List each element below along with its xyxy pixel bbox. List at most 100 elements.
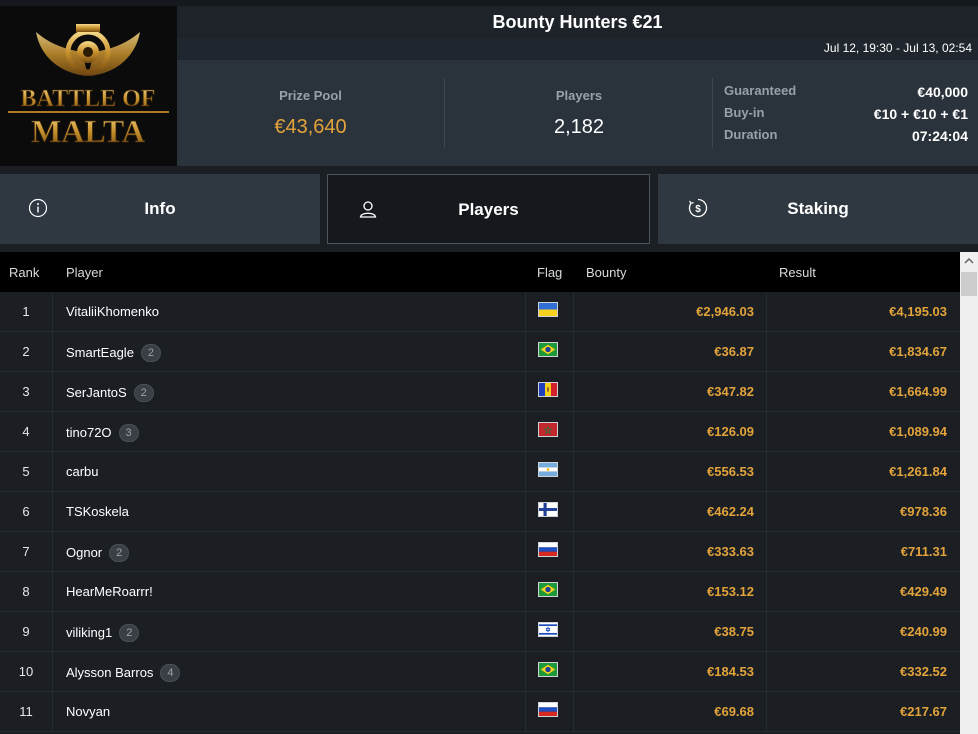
player-name[interactable]: SmartEagle	[66, 345, 134, 360]
header-player[interactable]: Player	[66, 265, 103, 280]
column-divider	[525, 492, 526, 532]
column-divider	[52, 572, 53, 612]
player-name[interactable]: Alysson Barros	[66, 665, 153, 680]
player-name[interactable]: TSKoskela	[66, 504, 129, 519]
column-divider	[573, 532, 574, 572]
rank-cell: 7	[22, 544, 30, 559]
stats-divider	[712, 78, 713, 148]
rank-cell: 4	[22, 424, 30, 439]
player-cell[interactable]: Novyan	[66, 704, 110, 719]
table-scrollbar[interactable]	[960, 252, 978, 734]
rank-cell: 10	[18, 664, 34, 679]
result-cell: €978.36	[900, 504, 947, 519]
column-divider	[573, 292, 574, 332]
tab-staking[interactable]: $ Staking	[658, 174, 978, 244]
rank-cell: 9	[22, 624, 30, 639]
entries-badge: 3	[118, 424, 139, 442]
bounty-cell: €556.53	[707, 464, 754, 479]
table-row[interactable]: 10 Alysson Barros 4 €184.53 €332.52	[0, 652, 960, 692]
player-name[interactable]: tino72O	[66, 425, 112, 440]
russia-flag-icon	[538, 542, 558, 557]
bounty-cell: €347.82	[707, 384, 754, 399]
player-cell[interactable]: SmartEagle 2	[66, 344, 161, 362]
player-cell[interactable]: SerJantoS 2	[66, 384, 154, 402]
table-row[interactable]: 2 SmartEagle 2 €36.87 €1,834.67	[0, 332, 960, 372]
argentina-flag-icon	[538, 462, 558, 477]
column-divider	[525, 412, 526, 452]
column-divider	[52, 532, 53, 572]
table-row[interactable]: 4 tino72O 3 €126.09 €1,089.94	[0, 412, 960, 452]
column-divider	[52, 372, 53, 412]
tab-players-label: Players	[458, 200, 519, 219]
column-divider	[52, 412, 53, 452]
header-rank[interactable]: Rank	[9, 265, 39, 280]
result-cell: €1,834.67	[889, 344, 947, 359]
column-divider	[52, 692, 53, 732]
header-flag[interactable]: Flag	[537, 265, 562, 280]
table-row[interactable]: 3 SerJantoS 2 €347.82 €1,664.99	[0, 372, 960, 412]
result-cell: €1,664.99	[889, 384, 947, 399]
table-row[interactable]: 8 HearMeRoarrr! €153.12 €429.49	[0, 572, 960, 612]
column-divider	[573, 612, 574, 652]
result-cell: €429.49	[900, 584, 947, 599]
brazil-flag-icon	[538, 342, 558, 357]
player-cell[interactable]: VitaliiKhomenko	[66, 304, 159, 319]
table-row[interactable]: 6 TSKoskela €462.24 €978.36	[0, 492, 960, 532]
player-name[interactable]: viliking1	[66, 625, 112, 640]
table-row[interactable]: 11 Novyan €69.68 €217.67	[0, 692, 960, 732]
column-divider	[766, 452, 767, 492]
entries-badge: 2	[133, 384, 154, 402]
header-bounty[interactable]: Bounty	[586, 265, 626, 280]
table-row[interactable]: 1 VitaliiKhomenko €2,946.03 €4,195.03	[0, 292, 960, 332]
bounty-cell: €184.53	[707, 664, 754, 679]
result-cell: €4,195.03	[889, 304, 947, 319]
table-row[interactable]: 5 carbu €556.53 €1,261.84	[0, 452, 960, 492]
column-divider	[766, 292, 767, 332]
column-divider	[52, 492, 53, 532]
column-divider	[52, 452, 53, 492]
column-divider	[52, 332, 53, 372]
scroll-up-arrow-icon[interactable]	[960, 252, 978, 270]
table-row[interactable]: 7 Ognor 2 €333.63 €711.31	[0, 532, 960, 572]
rank-cell: 11	[19, 704, 33, 719]
column-divider	[573, 412, 574, 452]
player-cell[interactable]: Ognor 2	[66, 544, 130, 562]
player-name[interactable]: HearMeRoarrr!	[66, 584, 153, 599]
stats-panel: Prize Pool €43,640 Players 2,182 Guarant…	[177, 60, 978, 166]
russia-flag-icon	[538, 702, 558, 717]
result-cell: €332.52	[900, 664, 947, 679]
entries-badge: 2	[140, 344, 161, 362]
bounty-cell: €36.87	[714, 344, 754, 359]
guaranteed-label: Guaranteed	[724, 83, 797, 98]
duration-value: 07:24:04	[911, 128, 968, 144]
column-divider	[573, 652, 574, 692]
player-name[interactable]: carbu	[66, 464, 99, 479]
battle-of-malta-logo: BATTLE OF MALTA	[0, 6, 177, 166]
column-divider	[525, 612, 526, 652]
player-cell[interactable]: Alysson Barros 4	[66, 664, 181, 682]
column-divider	[766, 532, 767, 572]
player-cell[interactable]: carbu	[66, 464, 99, 479]
scrollbar-thumb[interactable]	[961, 272, 977, 296]
guaranteed-value: €40,000	[917, 84, 968, 100]
tournament-title: Bounty Hunters €21	[492, 12, 663, 32]
player-name[interactable]: Ognor	[66, 545, 102, 560]
column-divider	[525, 652, 526, 692]
tab-players[interactable]: Players	[327, 174, 650, 244]
buyin-label: Buy-in	[724, 105, 765, 120]
player-cell[interactable]: tino72O 3	[66, 424, 139, 442]
player-name[interactable]: VitaliiKhomenko	[66, 304, 159, 319]
tab-info[interactable]: Info	[0, 174, 320, 244]
column-divider	[573, 492, 574, 532]
entries-badge: 4	[160, 664, 181, 682]
player-name[interactable]: SerJantoS	[66, 385, 127, 400]
brazil-flag-icon	[538, 582, 558, 597]
table-row[interactable]: 9 viliking1 2 €38.75 €240.99	[0, 612, 960, 652]
column-divider	[573, 572, 574, 612]
player-cell[interactable]: HearMeRoarrr!	[66, 584, 153, 599]
player-name[interactable]: Novyan	[66, 704, 110, 719]
player-cell[interactable]: viliking1 2	[66, 624, 140, 642]
header-result[interactable]: Result	[779, 265, 816, 280]
player-cell[interactable]: TSKoskela	[66, 504, 129, 519]
players-stat: Players 2,182	[445, 60, 713, 166]
